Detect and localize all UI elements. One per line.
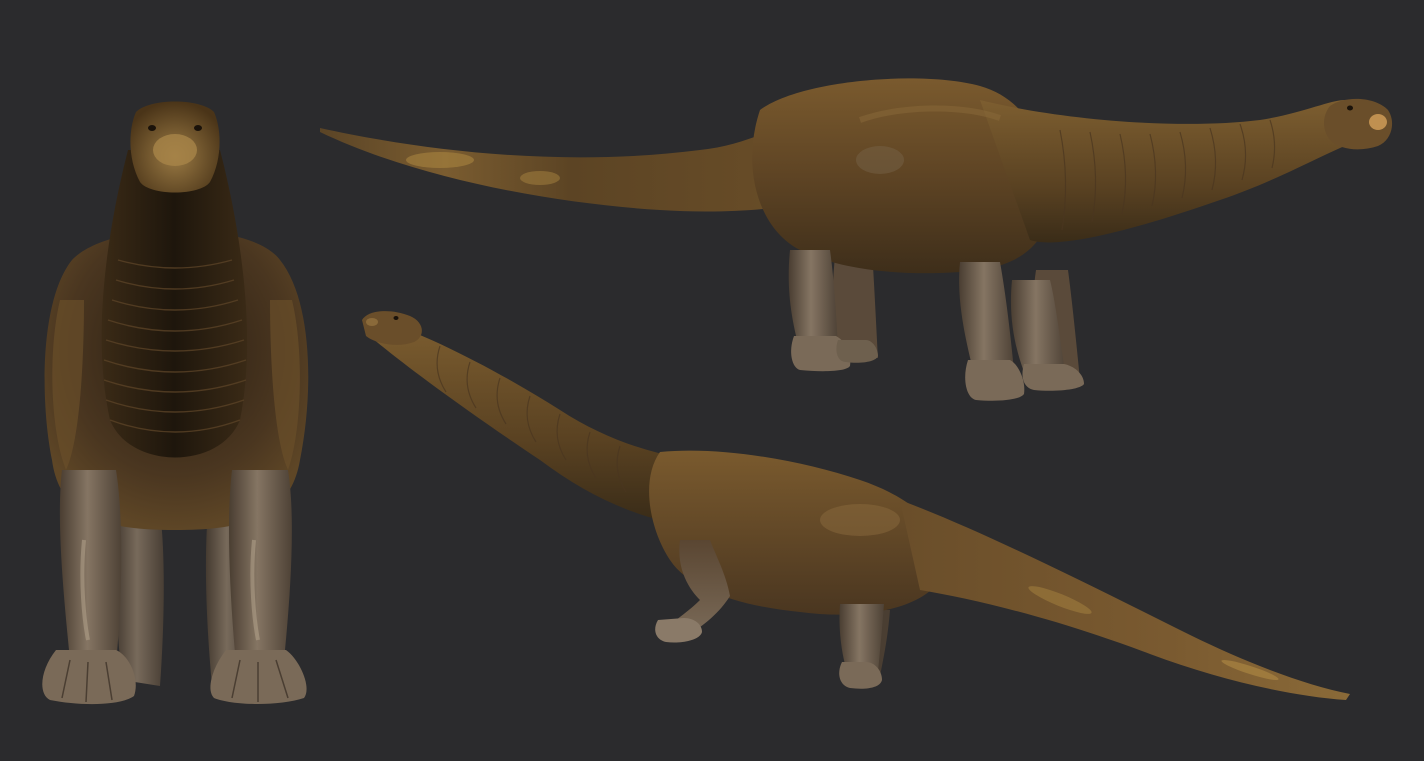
sauropod-three-quarter-view bbox=[362, 311, 1350, 700]
tq-view-tail bbox=[900, 500, 1350, 700]
tq-view-head bbox=[362, 311, 422, 345]
tq-view-neck bbox=[372, 318, 680, 520]
render-viewport bbox=[0, 0, 1424, 761]
side-view-tail bbox=[320, 120, 820, 212]
side-view-neck bbox=[980, 100, 1360, 243]
render-canvas bbox=[42, 78, 1393, 705]
sauropod-side-view bbox=[320, 78, 1393, 401]
sauropod-front-view bbox=[42, 101, 309, 705]
